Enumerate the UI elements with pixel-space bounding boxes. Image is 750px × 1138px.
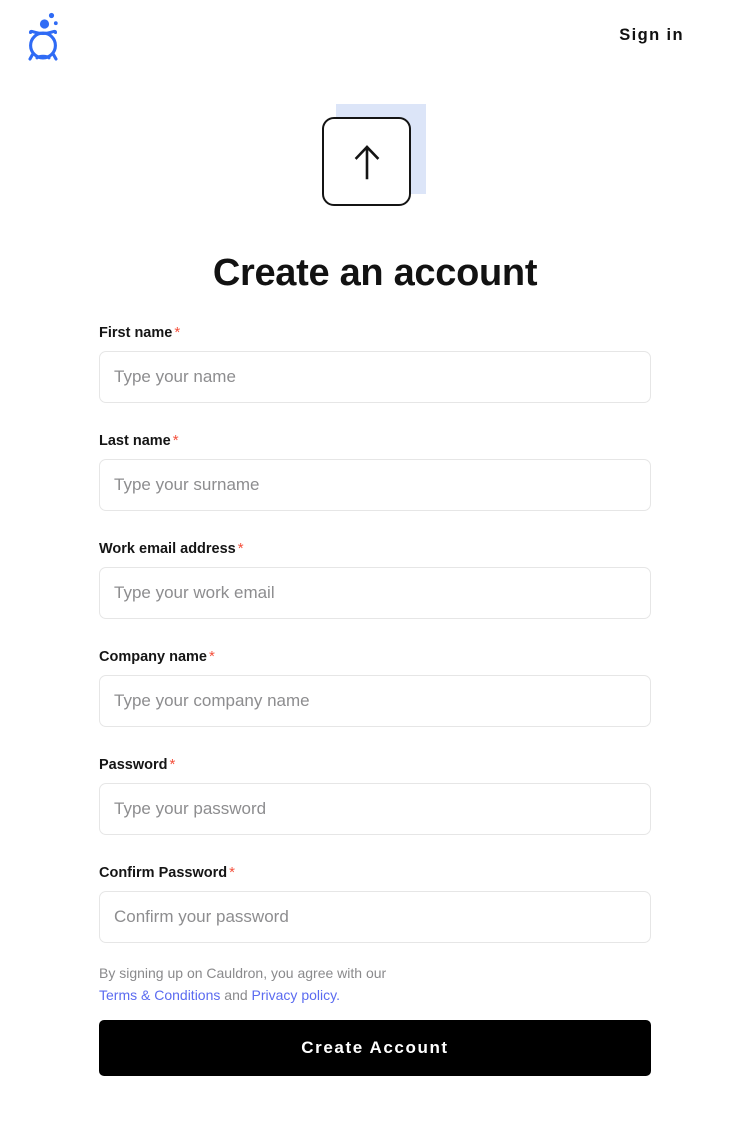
cauldron-logo-icon xyxy=(28,12,58,61)
terms-notice: By signing up on Cauldron, you agree wit… xyxy=(99,962,519,1006)
terms-lead-text: By signing up on Cauldron, you agree wit… xyxy=(99,965,387,981)
label-text: First name xyxy=(99,325,173,341)
label-work-email: Work email address * xyxy=(99,539,651,559)
terms-conjunction: and xyxy=(224,987,248,1003)
privacy-policy-link[interactable]: Privacy policy. xyxy=(252,987,340,1003)
page-header: Sign in xyxy=(0,0,750,70)
signup-form: First name* Last name* Work email addres… xyxy=(99,323,651,1076)
page-title: Create an account xyxy=(212,252,538,294)
field-password: Password * xyxy=(99,755,651,835)
field-work-email: Work email address * xyxy=(99,539,651,619)
work-email-input[interactable] xyxy=(99,567,651,619)
arrow-up-icon xyxy=(354,144,379,179)
sign-in-link[interactable]: Sign in xyxy=(619,26,684,45)
badge-card xyxy=(322,117,411,206)
field-company-name: Company name * xyxy=(99,647,651,727)
label-confirm-password: Confirm Password * xyxy=(99,863,651,883)
create-account-button[interactable]: Create Account xyxy=(99,1020,651,1076)
first-name-input[interactable] xyxy=(99,351,651,403)
field-last-name: Last name * xyxy=(99,431,651,511)
password-input[interactable] xyxy=(99,783,651,835)
label-last-name: Last name * xyxy=(99,431,651,451)
label-text: Last name xyxy=(99,433,171,449)
field-confirm-password: Confirm Password * xyxy=(99,863,651,943)
field-first-name: First name * xyxy=(99,323,651,403)
company-name-input[interactable] xyxy=(99,675,651,727)
label-password: Password * xyxy=(99,755,651,775)
required-asterisk: * xyxy=(172,432,179,449)
label-first-name: First name * xyxy=(99,323,651,343)
required-asterisk: * xyxy=(208,648,215,665)
label-text: Password xyxy=(99,757,168,773)
hero-badge xyxy=(0,104,750,216)
required-asterisk: * xyxy=(169,756,176,773)
terms-conditions-link[interactable]: Terms & Conditions xyxy=(99,987,220,1003)
required-asterisk: * xyxy=(174,324,181,341)
required-asterisk: * xyxy=(237,540,244,557)
label-text: Work email address xyxy=(99,541,236,557)
confirm-password-input[interactable] xyxy=(99,891,651,943)
label-company-name: Company name * xyxy=(99,647,651,667)
label-text: Confirm Password xyxy=(99,865,228,881)
brand-logo[interactable] xyxy=(22,9,64,61)
last-name-input[interactable] xyxy=(99,459,651,511)
label-text: Company name xyxy=(99,649,207,665)
required-asterisk: * xyxy=(229,864,235,881)
